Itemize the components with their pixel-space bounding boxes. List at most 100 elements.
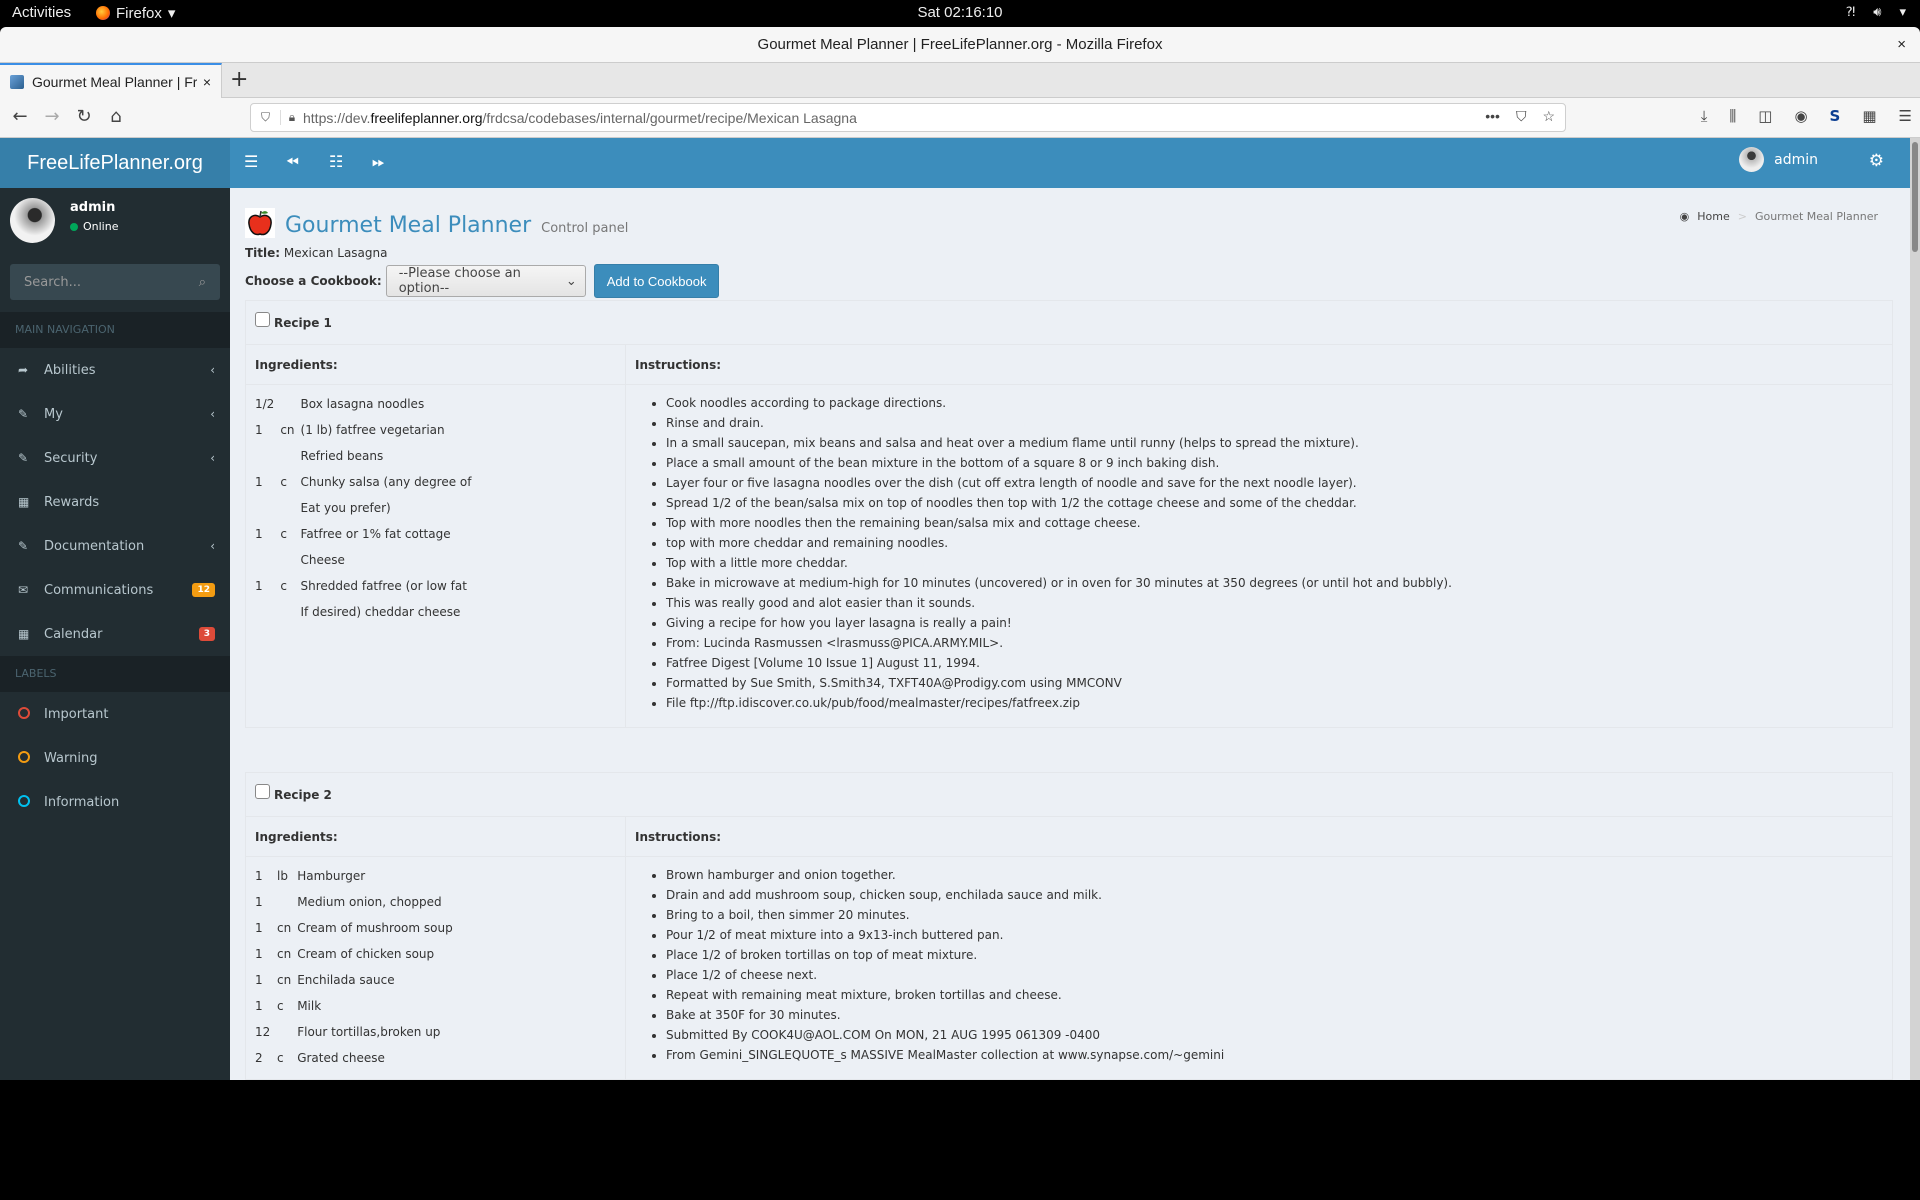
downloads-icon[interactable]: ⤓	[1701, 107, 1708, 125]
ingredient-row: 1 Medium onion, chopped	[255, 889, 459, 915]
instructions-column: Instructions: Cook noodles according to …	[626, 345, 1892, 727]
menu-icon[interactable]: ☰	[1899, 107, 1912, 125]
sidebar-label-warning[interactable]: Warning	[0, 736, 230, 780]
reload-button[interactable]: ↻	[72, 106, 96, 127]
search-icon[interactable]: ⌕	[199, 275, 206, 290]
favicon-icon	[10, 74, 24, 89]
fast-forward-icon[interactable]: ⏩︎	[372, 152, 385, 172]
window-title: Gourmet Meal Planner | FreeLifePlanner.o…	[757, 36, 1163, 53]
sidebar-item-rewards[interactable]: ▦ Rewards	[0, 480, 230, 524]
bookmark-star-icon[interactable]: ☆	[1542, 108, 1555, 125]
list-icon[interactable]: ☷	[329, 152, 343, 171]
ingredient-unit: cn	[277, 973, 292, 987]
breadcrumb: ◉ Home > Gourmet Meal Planner	[1679, 210, 1878, 223]
tab-close-icon[interactable]: ×	[203, 74, 211, 90]
ingredient-row: 1 cn Enchilada sauce	[255, 967, 459, 993]
system-menu-icon[interactable]: ▾	[1899, 4, 1906, 20]
page-subtitle: Control panel	[541, 221, 629, 236]
main-content: Gourmet Meal Planner Control panel ◉ Hom…	[230, 188, 1898, 1080]
ingredient-row: 1 cn (1 lb) fatfree vegetarian	[255, 417, 478, 443]
ingredient-unit: c	[277, 999, 284, 1013]
gears-icon[interactable]: ⚙	[1869, 151, 1884, 171]
dashboard-icon: ◉	[1679, 210, 1690, 223]
instructions-list: Cook noodles according to package direct…	[666, 393, 1892, 713]
ingredient-quantity: 1	[255, 999, 263, 1013]
chevron-down-icon: ⌄	[565, 273, 577, 289]
forward-button[interactable]: →	[40, 106, 64, 127]
sidebar-item-calendar[interactable]: ▦ Calendar 3	[0, 612, 230, 656]
page-title: Gourmet Meal Planner	[285, 213, 532, 238]
ingredient-name: Flour tortillas,broken up	[297, 1025, 441, 1039]
sidebar-item-abilities[interactable]: ➦ Abilities ‹	[0, 348, 230, 392]
sidebar-search-input[interactable]: Search... ⌕	[10, 264, 220, 300]
scrollbar-thumb[interactable]	[1912, 142, 1918, 252]
browser-tab-active[interactable]: Gourmet Meal Planner | FreeLifePlanner.o…	[0, 63, 222, 98]
ingredient-name: Medium onion, chopped	[297, 895, 442, 909]
brand-logo[interactable]: FreeLifePlanner.org	[0, 138, 230, 188]
ingredient-quantity: 1	[255, 527, 263, 541]
user-panel: admin Online	[10, 198, 220, 248]
ingredient-name: Cream of mushroom soup	[297, 921, 453, 935]
user-name: admin	[70, 200, 116, 215]
user-menu[interactable]: admin	[1739, 147, 1818, 172]
recipe-checkbox[interactable]	[255, 784, 270, 799]
breadcrumb-home[interactable]: Home	[1697, 210, 1729, 223]
ingredient-unit: cn	[277, 947, 292, 961]
ingredient-name: Refried beans	[300, 449, 384, 463]
pocket-icon[interactable]: ⛉	[1516, 108, 1527, 125]
ingredient-quantity: 1	[255, 869, 263, 883]
ingredient-name: Fatfree or 1% fat cottage	[300, 527, 451, 541]
ingredients-header: Ingredients:	[246, 345, 625, 385]
sync-icon[interactable]: S	[1830, 107, 1841, 125]
page-scrollbar[interactable]	[1910, 138, 1920, 1080]
ingredient-row: If desired) cheddar cheese	[255, 599, 478, 625]
instruction-step: Cook noodles according to package direct…	[666, 393, 1892, 413]
sidebar-toggle-icon[interactable]: ☰	[244, 152, 258, 171]
back-button[interactable]: ←	[8, 106, 32, 127]
new-tab-button[interactable]: +	[230, 67, 248, 92]
avatar	[1739, 147, 1765, 172]
cookbook-select[interactable]: --Please choose an option-- ⌄	[385, 265, 586, 297]
add-to-cookbook-button[interactable]: Add to Cookbook	[593, 264, 720, 298]
library-icon[interactable]: ⫼	[1729, 107, 1736, 125]
account-icon[interactable]: ◉	[1794, 107, 1807, 125]
calendar-icon: ▦	[18, 627, 30, 641]
ingredient-unit: cn	[277, 921, 292, 935]
sidebar-item-documentation[interactable]: ✎ Documentation ‹	[0, 524, 230, 568]
window-close-button[interactable]: ×	[1897, 27, 1906, 63]
ingredient-unit	[277, 889, 297, 915]
ingredient-unit: cn	[280, 423, 295, 437]
sidebar-icon[interactable]: ◫	[1758, 107, 1772, 125]
home-button[interactable]: ⌂	[104, 106, 128, 127]
ingredients-column: Ingredients: 1/2 Box lasagna noodles 1 cn (1…	[246, 345, 626, 727]
ingredient-quantity	[255, 495, 280, 521]
url-text[interactable]: https://dev.freelifeplanner.org/frdcsa/c…	[303, 110, 857, 126]
sidebar-item-my[interactable]: ✎ My ‹	[0, 392, 230, 436]
instruction-step: Bring to a boil, then simmer 20 minutes.	[666, 905, 1892, 925]
network-icon[interactable]: ⁈	[1846, 4, 1856, 20]
tracking-shield-icon[interactable]: ⛉	[251, 110, 281, 125]
ingredient-row: Refried beans	[255, 443, 478, 469]
instructions-column: Instructions: Brown hamburger and onion …	[626, 817, 1892, 1079]
ingredient-name: Cheese	[300, 553, 345, 567]
instruction-step: Pour 1/2 of meat mixture into a 9x13-inc…	[666, 925, 1892, 945]
url-bar[interactable]: ⛉ 🔒︎ https://dev.freelifeplanner.org/frd…	[250, 103, 1566, 132]
clock[interactable]: Sat 02:16:10	[0, 4, 1920, 21]
chevron-left-icon: ‹	[210, 363, 215, 377]
page-actions-icon[interactable]: •••	[1485, 108, 1500, 125]
instruction-step: This was really good and alot easier tha…	[666, 593, 1892, 613]
extension-icon[interactable]: ▦	[1862, 107, 1876, 125]
sidebar-item-security[interactable]: ✎ Security ‹	[0, 436, 230, 480]
sidebar-label-important[interactable]: Important	[0, 692, 230, 736]
ingredients-header: Ingredients:	[246, 817, 625, 857]
ingredient-row: Eat you prefer)	[255, 495, 478, 521]
sidebar-label-information[interactable]: Information	[0, 780, 230, 824]
lock-icon[interactable]: 🔒︎	[281, 110, 303, 125]
labels-header: LABELS	[0, 656, 230, 692]
rewind-icon[interactable]: ⏪︎	[286, 152, 299, 172]
recipe-checkbox[interactable]	[255, 312, 270, 327]
sidebar-item-communications[interactable]: ✉ Communications 12	[0, 568, 230, 612]
ingredient-name: Milk	[297, 999, 322, 1013]
volume-icon[interactable]: 🔊︎	[1873, 4, 1881, 20]
system-tray[interactable]: ⁈ 🔊︎ ▾	[1846, 4, 1906, 20]
